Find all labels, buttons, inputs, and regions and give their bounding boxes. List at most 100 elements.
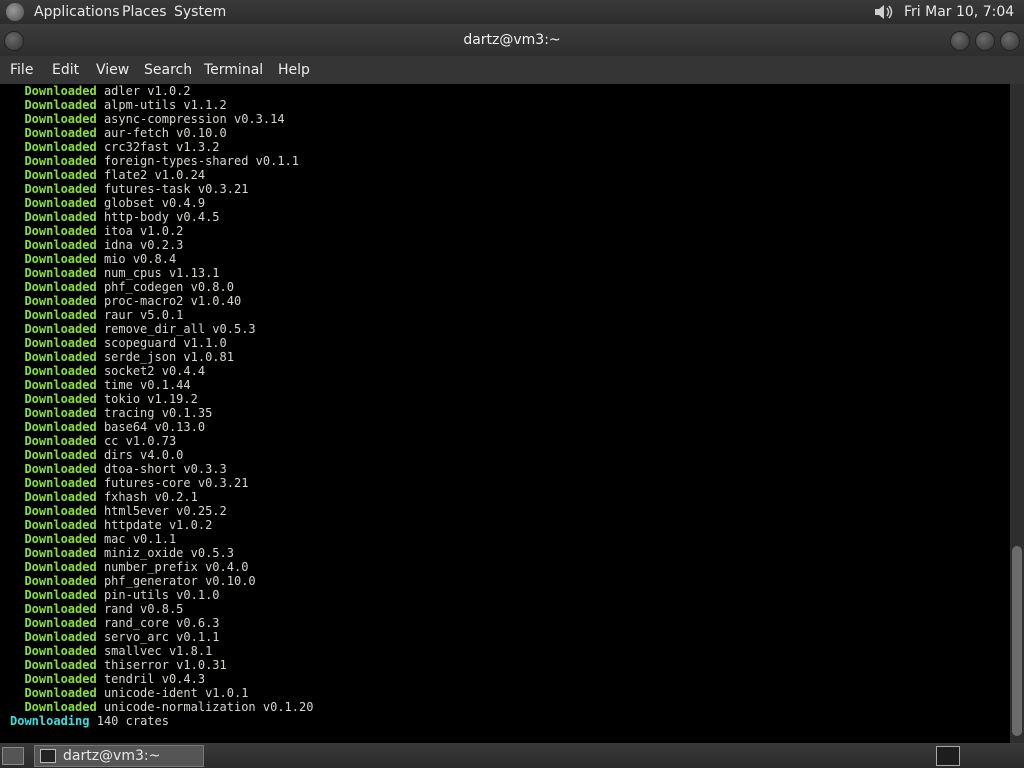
bottom-panel: dartz@vm3:~ xyxy=(0,743,1024,768)
line-text: phf_codegen v0.8.0 xyxy=(103,280,234,294)
terminal-line: Downloaded num_cpus v1.13.1 xyxy=(10,266,313,280)
line-status: Downloaded xyxy=(24,378,97,392)
line-status: Downloaded xyxy=(24,280,97,294)
terminal-line: Downloaded aur-fetch v0.10.0 xyxy=(10,126,313,140)
line-status: Downloaded xyxy=(24,434,97,448)
line-text: proc-macro2 v1.0.40 xyxy=(103,294,242,308)
line-status: Downloaded xyxy=(24,476,97,490)
line-status: Downloaded xyxy=(24,294,97,308)
terminal-line: Downloaded dirs v4.0.0 xyxy=(10,448,313,462)
line-text: serde_json v1.0.81 xyxy=(103,350,234,364)
line-text: unicode-normalization v0.1.20 xyxy=(103,700,314,714)
line-status: Downloaded xyxy=(24,392,97,406)
workspace-switcher-icon[interactable] xyxy=(936,746,960,766)
taskbar-window-label: dartz@vm3:~ xyxy=(63,748,161,764)
line-text: httpdate v1.0.2 xyxy=(103,518,213,532)
line-status: Downloaded xyxy=(24,644,97,658)
applications-menu[interactable]: Applications xyxy=(34,0,120,24)
line-status: Downloaded xyxy=(24,588,97,602)
top-panel: Applications Places System Fri Mar 10, 7… xyxy=(0,0,1024,44)
line-text: smallvec v1.8.1 xyxy=(103,644,213,658)
line-text: num_cpus v1.13.1 xyxy=(103,266,220,280)
line-text: mio v0.8.4 xyxy=(103,252,177,266)
terminal-line: Downloaded foreign-types-shared v0.1.1 xyxy=(10,154,313,168)
line-text: cc v1.0.73 xyxy=(103,434,177,448)
line-text: tokio v1.19.2 xyxy=(103,392,198,406)
terminal-line: Downloaded unicode-normalization v0.1.20 xyxy=(10,700,313,714)
menubar: File Edit View Search Terminal Help xyxy=(0,56,1024,84)
menu-view[interactable]: View xyxy=(96,56,129,84)
volume-icon[interactable] xyxy=(872,3,894,21)
places-menu[interactable]: Places xyxy=(122,0,167,24)
distro-logo-icon[interactable] xyxy=(6,3,24,21)
line-text: html5ever v0.25.2 xyxy=(103,504,227,518)
line-text: servo_arc v0.1.1 xyxy=(103,630,220,644)
terminal-line: Downloaded miniz_oxide v0.5.3 xyxy=(10,546,313,560)
line-text: adler v1.0.2 xyxy=(103,84,191,98)
line-status: Downloaded xyxy=(24,518,97,532)
maximize-icon[interactable] xyxy=(975,31,995,51)
terminal-line: Downloaded mac v0.1.1 xyxy=(10,532,313,546)
terminal-line: Downloaded async-compression v0.3.14 xyxy=(10,112,313,126)
close-icon[interactable] xyxy=(1000,31,1020,51)
line-text: socket2 v0.4.4 xyxy=(103,364,206,378)
line-text: itoa v1.0.2 xyxy=(103,224,184,238)
terminal-line: Downloading 140 crates xyxy=(10,714,313,728)
window-title: dartz@vm3:~ xyxy=(463,32,561,48)
scrollbar-thumb[interactable] xyxy=(1012,546,1022,736)
line-status: Downloaded xyxy=(24,630,97,644)
terminal-line: Downloaded time v0.1.44 xyxy=(10,378,313,392)
line-text: async-compression v0.3.14 xyxy=(103,112,285,126)
line-status: Downloaded xyxy=(24,574,97,588)
menu-edit[interactable]: Edit xyxy=(52,56,79,84)
line-text: unicode-ident v1.0.1 xyxy=(103,686,249,700)
terminal-line: Downloaded phf_codegen v0.8.0 xyxy=(10,280,313,294)
line-status: Downloaded xyxy=(24,658,97,672)
line-text: http-body v0.4.5 xyxy=(103,210,220,224)
line-text: 140 crates xyxy=(96,714,169,728)
line-status: Downloaded xyxy=(24,448,97,462)
terminal-line: Downloaded cc v1.0.73 xyxy=(10,434,313,448)
menu-file[interactable]: File xyxy=(10,56,33,84)
terminal-line: Downloaded serde_json v1.0.81 xyxy=(10,350,313,364)
terminal-line: Downloaded phf_generator v0.10.0 xyxy=(10,574,313,588)
system-menu[interactable]: System xyxy=(174,0,226,24)
terminal-line: Downloaded fxhash v0.2.1 xyxy=(10,490,313,504)
line-text: fxhash v0.2.1 xyxy=(103,490,198,504)
line-text: time v0.1.44 xyxy=(103,378,191,392)
terminal-line: Downloaded dtoa-short v0.3.3 xyxy=(10,462,313,476)
line-text: miniz_oxide v0.5.3 xyxy=(103,546,234,560)
line-text: base64 v0.13.0 xyxy=(103,420,206,434)
scrollbar[interactable] xyxy=(1010,84,1024,743)
line-status: Downloaded xyxy=(24,406,97,420)
line-status: Downloaded xyxy=(24,322,97,336)
line-status: Downloaded xyxy=(24,224,97,238)
line-status: Downloaded xyxy=(24,700,97,714)
menu-search[interactable]: Search xyxy=(144,56,192,84)
line-text: raur v5.0.1 xyxy=(103,308,184,322)
show-desktop-icon[interactable] xyxy=(2,747,24,765)
line-status: Downloaded xyxy=(24,336,97,350)
terminal-line: Downloaded adler v1.0.2 xyxy=(10,84,313,98)
window-titlebar[interactable]: dartz@vm3:~ xyxy=(0,24,1024,56)
line-text: aur-fetch v0.10.0 xyxy=(103,126,227,140)
terminal-line: Downloaded rand v0.8.5 xyxy=(10,602,313,616)
line-status: Downloaded xyxy=(24,266,97,280)
terminal-line: Downloaded crc32fast v1.3.2 xyxy=(10,140,313,154)
line-status: Downloaded xyxy=(24,98,97,112)
line-status: Downloaded xyxy=(24,462,97,476)
menu-terminal[interactable]: Terminal xyxy=(204,56,263,84)
menu-help[interactable]: Help xyxy=(278,56,310,84)
terminal-line: Downloaded globset v0.4.9 xyxy=(10,196,313,210)
taskbar-window-button[interactable]: dartz@vm3:~ xyxy=(34,745,204,767)
terminal-line: Downloaded idna v0.2.3 xyxy=(10,238,313,252)
minimize-icon[interactable] xyxy=(950,31,970,51)
terminal-icon xyxy=(40,749,56,763)
terminal-line: Downloaded scopeguard v1.1.0 xyxy=(10,336,313,350)
terminal-line: Downloaded flate2 v1.0.24 xyxy=(10,168,313,182)
clock[interactable]: Fri Mar 10, 7:04 AM xyxy=(904,0,1024,44)
line-status: Downloaded xyxy=(24,350,97,364)
line-status: Downloaded xyxy=(24,532,97,546)
terminal-output[interactable]: Downloaded adler v1.0.2 Downloaded alpm-… xyxy=(0,84,1010,743)
terminal-line: Downloaded socket2 v0.4.4 xyxy=(10,364,313,378)
